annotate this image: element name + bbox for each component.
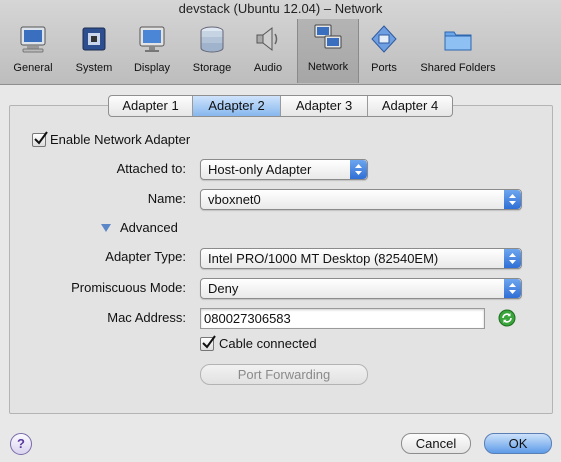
display-icon	[139, 26, 165, 52]
cable-connected-checkbox[interactable]	[200, 335, 216, 351]
attached-to-select[interactable]: Host-only Adapter	[200, 159, 368, 180]
advanced-label[interactable]: Advanced	[120, 220, 178, 235]
toolbar-display[interactable]: Display	[124, 20, 180, 83]
window-title: devstack (Ubuntu 12.04) – Network	[178, 1, 383, 16]
disclosure-triangle-icon[interactable]	[100, 223, 112, 233]
title-toolbar: devstack (Ubuntu 12.04) – Network Genera…	[0, 0, 561, 85]
adapter-type-label: Adapter Type:	[105, 249, 186, 264]
updown-arrows-icon	[504, 279, 521, 298]
folder-icon	[444, 31, 472, 51]
disk-stack-icon	[200, 26, 224, 53]
toolbar-shared-folders[interactable]: Shared Folders	[413, 20, 503, 83]
updown-arrows-icon	[504, 190, 521, 209]
tab-adapter-4[interactable]: Adapter 4	[368, 96, 452, 116]
attached-to-label: Attached to:	[116, 161, 186, 176]
speaker-icon	[256, 26, 278, 52]
name-label: Name:	[147, 191, 186, 206]
checkmark-icon	[202, 335, 216, 349]
mac-address-label: Mac Address:	[107, 310, 186, 325]
ok-button[interactable]: OK	[484, 433, 552, 454]
monitor-icon	[20, 26, 46, 53]
enable-adapter-label: Enable Network Adapter	[50, 132, 191, 147]
refresh-icon[interactable]	[498, 309, 516, 327]
network-icon	[314, 24, 342, 49]
toolbar-audio[interactable]: Audio	[242, 20, 294, 83]
checkmark-icon	[34, 131, 48, 145]
toolbar-system[interactable]: System	[66, 20, 122, 83]
promiscuous-mode-label: Promiscuous Mode:	[71, 280, 186, 295]
updown-arrows-icon	[504, 249, 521, 268]
cancel-button[interactable]: Cancel	[401, 433, 471, 454]
port-forwarding-button[interactable]: Port Forwarding	[200, 364, 368, 385]
tab-adapter-1[interactable]: Adapter 1	[109, 96, 193, 116]
mac-address-field[interactable]: 080027306583	[200, 308, 485, 329]
chip-icon	[82, 27, 106, 51]
toolbar-network[interactable]: Network	[297, 19, 359, 83]
tab-adapter-2[interactable]: Adapter 2	[193, 96, 281, 116]
promiscuous-mode-select[interactable]: Deny	[200, 278, 522, 299]
toolbar-general[interactable]: General	[2, 20, 64, 83]
name-select[interactable]: vboxnet0	[200, 189, 522, 210]
enable-adapter-checkbox[interactable]	[32, 131, 48, 147]
toolbar-storage[interactable]: Storage	[184, 20, 240, 83]
tab-adapter-3[interactable]: Adapter 3	[281, 96, 368, 116]
help-button[interactable]: ?	[10, 433, 32, 455]
adapter-tabs: Adapter 1 Adapter 2 Adapter 3 Adapter 4	[108, 95, 453, 117]
updown-arrows-icon	[350, 160, 367, 179]
port-icon	[371, 25, 397, 53]
cable-connected-label: Cable connected	[219, 336, 317, 351]
adapter-type-select[interactable]: Intel PRO/1000 MT Desktop (82540EM)	[200, 248, 522, 269]
toolbar-ports[interactable]: Ports	[360, 20, 408, 83]
